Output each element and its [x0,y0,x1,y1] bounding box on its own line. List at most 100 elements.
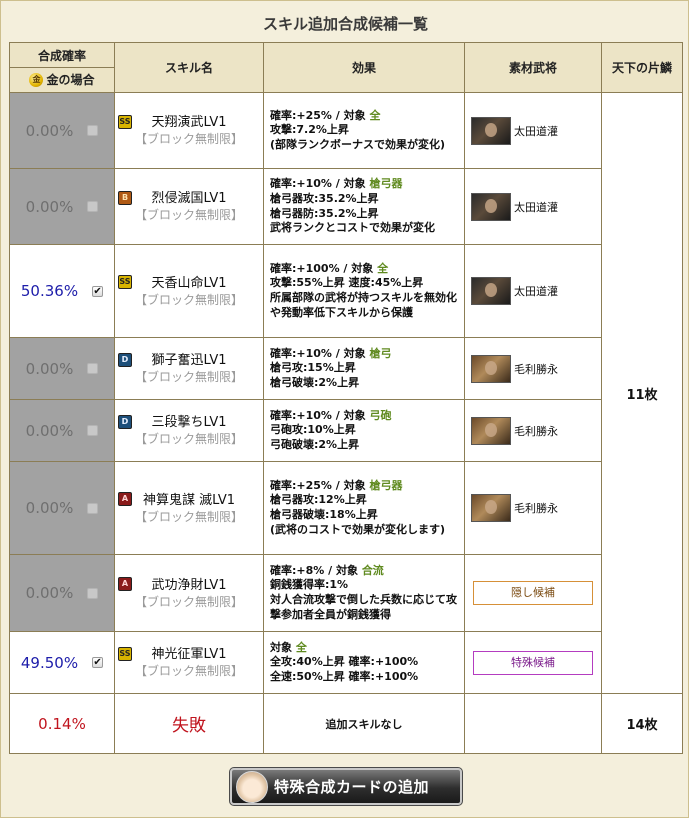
effect-line: 全速:50%上昇 確率:+100% [270,669,419,683]
general-portrait [471,277,511,305]
material-general[interactable]: 毛利勝永 [471,416,595,445]
effect-line: 銅銭獲得率:1% [270,578,349,592]
effect-line: 槍弓攻:15%上昇 [270,361,356,375]
effect-cell: 確率:+10% / 対象 槍弓 槍弓攻:15%上昇 槍弓破壊:2%上昇 [263,337,465,400]
rank-badge-icon: D [118,352,132,367]
page-title: スキル追加合成候補一覧 [262,15,428,33]
effect-line: 攻撃:7.2%上昇 [270,123,349,137]
material-name: 毛利勝永 [514,502,558,515]
rate-cell: 0.00% [9,92,115,169]
material-name: 毛利勝永 [514,424,558,438]
header-skill: スキル名 [114,42,264,93]
select-checkbox[interactable] [87,201,99,212]
effect-cell: 確率:+8% / 対象 合流 銅銭獲得率:1% 対人合流攻撃で倒した兵数に応じて攻撃… [263,554,465,632]
material-cell: 太田道灌 [464,168,602,245]
skill-cell: A 武功浄財LV1 【ブロック無制限】 [114,554,264,632]
table-row: 0.00% A 神算鬼謀 滅LV1 【ブロック無制限】 確率:+25% / 対象 槍弓器… [9,461,683,555]
skill-block-note: 【ブロック無制限】 [134,208,243,222]
skill-cell: SS 天翔演武LV1 【ブロック無制限】 [114,92,264,169]
effect-target: 弓砲 [369,408,392,422]
skill-block-note: 【ブロック無制限】 [134,432,243,446]
effect-line: 槍弓器攻:12%上昇 [270,493,367,507]
effect-cell: 対象 全全攻:40%上昇 確率:+100% 全速:50%上昇 確率:+100% [263,631,465,694]
select-checkbox[interactable] [87,502,99,514]
material-general[interactable]: 太田道灌 [471,192,595,221]
select-checkbox[interactable] [87,363,99,374]
candidate-rows: 0.00% SS 天翔演武LV1 【ブロック無制限】 確率:+25% / 対象 全攻撃:… [9,92,683,754]
skill-block-note: 【ブロック無制限】 [134,292,243,307]
rank-badge-icon: SS [118,114,132,129]
add-special-card-button[interactable]: 特殊合成カードの追加 [229,767,463,806]
effect-line: 確率:+8% / 対象 合流 [270,563,384,577]
gold-coin-icon: 金 [29,72,44,87]
rate-value: 0.00% [25,121,74,140]
tenka-count: 11枚 [601,92,683,694]
synthesis-panel: スキル追加合成候補一覧 合成確率 金 金の場合 スキル名 効果 素材武将 天下の… [0,0,689,818]
general-portrait [471,192,511,221]
material-cell: 太田道灌 [464,244,602,338]
effect-line: 弓砲攻:10%上昇 [270,423,356,437]
table-row: 49.50% ✔ SS 神光征軍LV1 【ブロック無制限】 対象 全全攻:40%上昇 確率… [9,631,683,694]
rate-cell: 0.00% [9,461,115,555]
table-row: 0.00% D 獅子奮迅LV1 【ブロック無制限】 確率:+10% / 対象 槍弓 槍弓攻… [9,337,683,400]
add-special-card-label: 特殊合成カードの追加 [274,778,430,796]
select-checkbox[interactable]: ✔ [92,285,104,297]
effect-line: 槍弓器攻:35.2%上昇 [270,191,379,205]
general-portrait [471,494,511,522]
skill-name: 天香山命LV1 [151,275,227,291]
effect-line: 確率:+10% / 対象 槍弓器 [270,177,403,191]
rate-cell: 0.00% [9,399,115,462]
effect-line: 武将ランクとコストで効果が変化 [270,221,435,235]
select-checkbox[interactable] [87,425,99,436]
fail-effect: 追加スキルなし [263,693,465,754]
rank-badge-icon: A [118,492,132,506]
skill-cell: A 神算鬼謀 滅LV1 【ブロック無制限】 [114,461,264,555]
skill-cell: SS 天香山命LV1 【ブロック無制限】 [114,244,264,338]
general-portrait [471,416,511,445]
material-general[interactable]: 太田道灌 [471,116,595,145]
skill-block-note: 【ブロック無制限】 [134,132,243,146]
effect-line: 確率:+10% / 対象 槍弓 [270,346,392,360]
skill-cell: B 烈侵滅国LV1 【ブロック無制限】 [114,168,264,245]
header-tenka: 天下の片鱗 [601,42,683,93]
effect-cell: 確率:+100% / 対象 全攻撃:55%上昇 速度:45%上昇 所属部隊の武将が… [263,244,465,338]
hidden-candidate-button[interactable]: 隠し候補 [473,581,593,605]
effect-line: 攻撃:55%上昇 速度:45%上昇 [270,276,424,290]
effect-line: 確率:+100% / 対象 全 [270,261,389,275]
special-candidate-button[interactable]: 特殊候補 [473,650,593,675]
fail-tenka-count: 14枚 [601,693,683,754]
select-checkbox[interactable] [87,587,99,599]
effect-line: (武将のコストで効果が変化します) [270,522,446,536]
material-name: 太田道灌 [514,285,558,298]
rate-value: 0.00% [25,359,74,378]
material-cell: 毛利勝永 [464,461,602,555]
material-cell: 毛利勝永 [464,337,602,400]
effect-target: 槍弓器 [369,478,403,492]
effect-line: 全攻:40%上昇 確率:+100% [270,655,419,669]
effect-line: 確率:+25% / 対象 槍弓器 [270,478,403,492]
skill-name: 神光征軍LV1 [151,647,227,662]
rate-value: 0.00% [25,584,74,602]
material-general[interactable]: 毛利勝永 [471,494,595,522]
table-row: 50.36% ✔ SS 天香山命LV1 【ブロック無制限】 確率:+100% / 対象 全… [9,244,683,338]
rate-cell: 49.50% ✔ [9,631,115,694]
select-checkbox[interactable]: ✔ [92,657,104,668]
effect-line: 確率:+25% / 対象 全 [270,108,381,122]
character-face-icon [236,770,268,803]
material-general[interactable]: 太田道灌 [471,277,595,305]
rate-value: 50.36% [20,282,79,300]
header-rate: 合成確率 金 金の場合 [9,42,115,93]
rank-badge-icon: SS [118,275,132,289]
table-row: 0.00% B 烈侵滅国LV1 【ブロック無制限】 確率:+10% / 対象 槍弓器 槍弓… [9,168,683,245]
rate-value: 49.50% [20,653,79,672]
material-name: 太田道灌 [514,200,558,214]
material-name: 太田道灌 [514,124,558,138]
material-general[interactable]: 毛利勝永 [471,354,595,383]
effect-line: 対象 全 [270,640,307,654]
header-effect: 効果 [263,42,465,93]
skill-cell: SS 神光征軍LV1 【ブロック無制限】 [114,631,264,694]
select-checkbox[interactable] [87,125,99,136]
material-cell: 特殊候補 [464,631,602,694]
rate-cell: 0.00% [9,554,115,632]
rank-badge-icon: D [118,414,132,429]
